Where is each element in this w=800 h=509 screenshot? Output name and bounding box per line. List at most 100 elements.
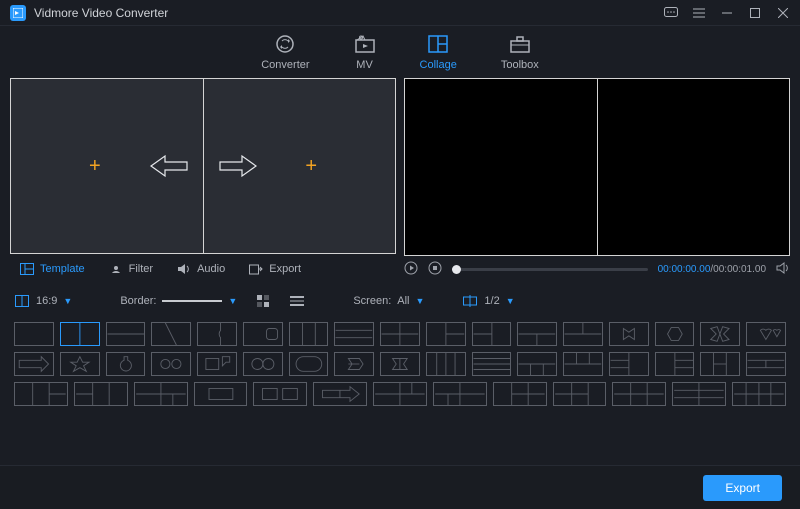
seek-knob[interactable]	[452, 265, 461, 274]
template-cell[interactable]	[289, 352, 329, 376]
template-cell[interactable]	[60, 322, 100, 346]
export-icon	[249, 262, 263, 276]
border-color-icon[interactable]	[255, 293, 271, 309]
play-icon[interactable]	[404, 261, 418, 278]
template-cell[interactable]	[197, 352, 237, 376]
tab-audio[interactable]: Audio	[177, 262, 225, 276]
chevron-down-icon: ▼	[63, 296, 72, 306]
template-cell[interactable]	[134, 382, 188, 406]
template-cell[interactable]	[380, 322, 420, 346]
template-cell[interactable]	[609, 352, 649, 376]
template-cell[interactable]	[563, 352, 603, 376]
template-cell[interactable]	[655, 322, 695, 346]
collage-slot-right[interactable]: +	[204, 79, 396, 253]
template-cell[interactable]	[493, 382, 547, 406]
aspect-ratio-dropdown[interactable]: 16:9 ▼	[14, 293, 72, 309]
nav-collage[interactable]: Collage	[420, 33, 457, 71]
template-cell[interactable]	[380, 352, 420, 376]
template-cell[interactable]	[373, 382, 427, 406]
chevron-down-icon: ▼	[506, 296, 515, 306]
nav-toolbox-label: Toolbox	[501, 59, 539, 71]
template-cell[interactable]	[14, 322, 54, 346]
seek-bar[interactable]	[452, 268, 648, 271]
nav-mv-label: MV	[356, 59, 373, 71]
screen-value: All	[397, 295, 409, 307]
template-cell[interactable]	[746, 352, 786, 376]
nav-converter[interactable]: Converter	[261, 33, 309, 71]
template-cell[interactable]	[74, 382, 128, 406]
main-area: + + Template Filter Audio	[0, 78, 800, 282]
template-cell[interactable]	[517, 322, 557, 346]
top-nav: Converter MV Collage Toolbox	[0, 26, 800, 78]
tab-template-label: Template	[40, 263, 85, 275]
template-cell[interactable]	[197, 322, 237, 346]
collage-canvas[interactable]: + +	[10, 78, 396, 254]
add-icon[interactable]: +	[89, 155, 101, 178]
template-cell[interactable]	[334, 352, 374, 376]
chevron-down-icon: ▼	[228, 296, 237, 306]
template-cell[interactable]	[313, 382, 367, 406]
template-cell[interactable]	[151, 322, 191, 346]
stop-icon[interactable]	[428, 261, 442, 278]
collage-slot-left[interactable]: +	[11, 79, 204, 253]
feedback-icon[interactable]	[664, 6, 678, 20]
bottom-bar: Export	[0, 465, 800, 509]
arrow-right-icon	[218, 154, 258, 178]
preview-panel	[404, 78, 790, 256]
template-cell[interactable]	[106, 322, 146, 346]
template-cell[interactable]	[700, 352, 740, 376]
tab-filter-label: Filter	[129, 263, 153, 275]
template-cell[interactable]	[433, 382, 487, 406]
titlebar: Vidmore Video Converter	[0, 0, 800, 26]
template-cell[interactable]	[700, 322, 740, 346]
template-cell[interactable]	[655, 352, 695, 376]
export-button[interactable]: Export	[703, 475, 782, 501]
template-cell[interactable]	[253, 382, 307, 406]
border-dropdown[interactable]: Border: ▼	[120, 295, 237, 307]
template-cell[interactable]	[289, 322, 329, 346]
template-cell[interactable]	[243, 352, 283, 376]
tab-export-label: Export	[269, 263, 301, 275]
template-cell[interactable]	[746, 322, 786, 346]
template-cell[interactable]	[151, 352, 191, 376]
template-cell[interactable]	[732, 382, 786, 406]
close-icon[interactable]	[776, 6, 790, 20]
maximize-icon[interactable]	[748, 6, 762, 20]
timecode: 00:00:00.00/00:00:01.00	[658, 264, 766, 275]
template-cell[interactable]	[517, 352, 557, 376]
preview-controls: 00:00:00.00/00:00:01.00	[404, 256, 790, 282]
template-cell[interactable]	[672, 382, 726, 406]
add-icon[interactable]: +	[305, 155, 317, 178]
nav-converter-label: Converter	[261, 59, 309, 71]
border-style-icon[interactable]	[289, 293, 305, 309]
template-cell[interactable]	[334, 322, 374, 346]
tab-template[interactable]: Template	[20, 262, 85, 276]
volume-icon[interactable]	[776, 262, 790, 277]
template-cell[interactable]	[612, 382, 666, 406]
tab-filter[interactable]: Filter	[109, 262, 153, 276]
tab-export[interactable]: Export	[249, 262, 301, 276]
template-cell[interactable]	[60, 352, 100, 376]
template-cell[interactable]	[426, 322, 466, 346]
nav-mv[interactable]: MV	[354, 33, 376, 71]
template-cell[interactable]	[243, 322, 283, 346]
template-cell[interactable]	[609, 322, 649, 346]
template-cell[interactable]	[14, 352, 54, 376]
screen-dropdown[interactable]: Screen: All ▼	[353, 295, 424, 307]
template-cell[interactable]	[426, 352, 466, 376]
template-cell[interactable]	[553, 382, 607, 406]
minimize-icon[interactable]	[720, 6, 734, 20]
template-cell[interactable]	[106, 352, 146, 376]
template-cell[interactable]	[472, 352, 512, 376]
chevron-down-icon: ▼	[416, 296, 425, 306]
template-cell[interactable]	[563, 322, 603, 346]
template-cell[interactable]	[194, 382, 248, 406]
template-cell[interactable]	[14, 382, 68, 406]
split-label: 1/2	[484, 295, 499, 307]
split-dropdown[interactable]: 1/2 ▼	[462, 293, 514, 309]
nav-toolbox[interactable]: Toolbox	[501, 33, 539, 71]
preview-slot-right	[598, 79, 790, 255]
menu-icon[interactable]	[692, 6, 706, 20]
screen-label: Screen:	[353, 295, 391, 307]
template-cell[interactable]	[472, 322, 512, 346]
